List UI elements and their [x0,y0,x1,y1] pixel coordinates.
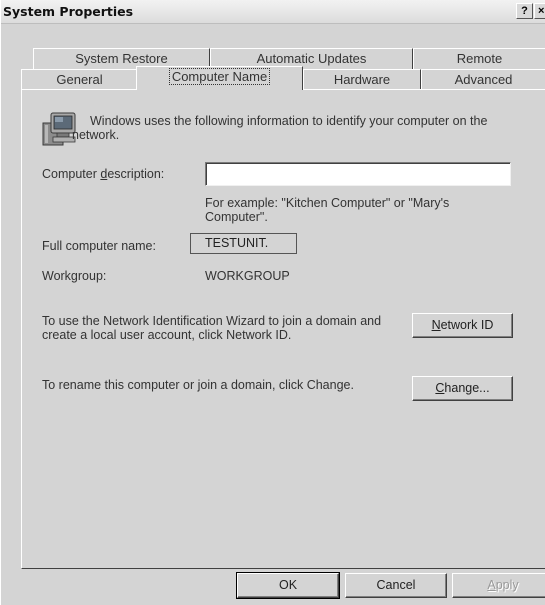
button-label: hange... [444,381,490,395]
tab-general[interactable]: General [21,69,138,90]
close-button[interactable]: × [534,3,545,19]
button-access-key: A [487,578,496,592]
tab-remote[interactable]: Remote [413,48,545,69]
network-id-button[interactable]: Network ID [412,313,513,338]
tab-label: Hardware [333,72,391,87]
ok-button[interactable]: OK [236,572,340,599]
button-label: etwork ID [440,318,494,332]
tab-label: Automatic Updates [256,51,367,66]
cancel-button[interactable]: Cancel [345,573,447,598]
tab-computer-name[interactable]: Computer Name [136,66,303,90]
network-id-text: To use the Network Identification Wizard… [42,314,382,342]
label-part: Computer [42,167,101,181]
computer-description-label: Computer description: [42,167,164,181]
apply-button[interactable]: Apply [452,573,545,598]
tab-label: System Restore [75,51,168,66]
tab-label: General [56,72,103,87]
tab-label: Computer Name [168,68,271,85]
help-button[interactable]: ? [516,3,533,19]
computer-description-input[interactable] [205,162,511,186]
change-button[interactable]: Change... [412,376,513,401]
window-title: System Properties [3,4,134,19]
system-properties-window: System Properties ? × System Restore Aut… [0,0,545,605]
example-text: For example: "Kitchen Computer" or "Mary… [205,196,450,224]
title-bar[interactable]: System Properties ? × [1,0,545,24]
button-label: pply [495,578,519,592]
workgroup-label: Workgroup: [42,269,107,283]
tab-hardware[interactable]: Hardware [303,69,421,90]
label-part: escription: [107,167,165,181]
rename-text: To rename this computer or join a domain… [42,378,354,392]
tab-label: Advanced [454,72,513,87]
tab-advanced[interactable]: Advanced [421,69,545,90]
tab-label: Remote [456,51,503,66]
full-computer-name-value: TESTUNIT. [190,233,297,254]
workgroup-value: WORKGROUP [205,269,290,283]
button-access-key: N [431,318,441,332]
intro-text: Windows uses the following information t… [72,114,488,142]
full-computer-name-label: Full computer name: [42,239,156,253]
